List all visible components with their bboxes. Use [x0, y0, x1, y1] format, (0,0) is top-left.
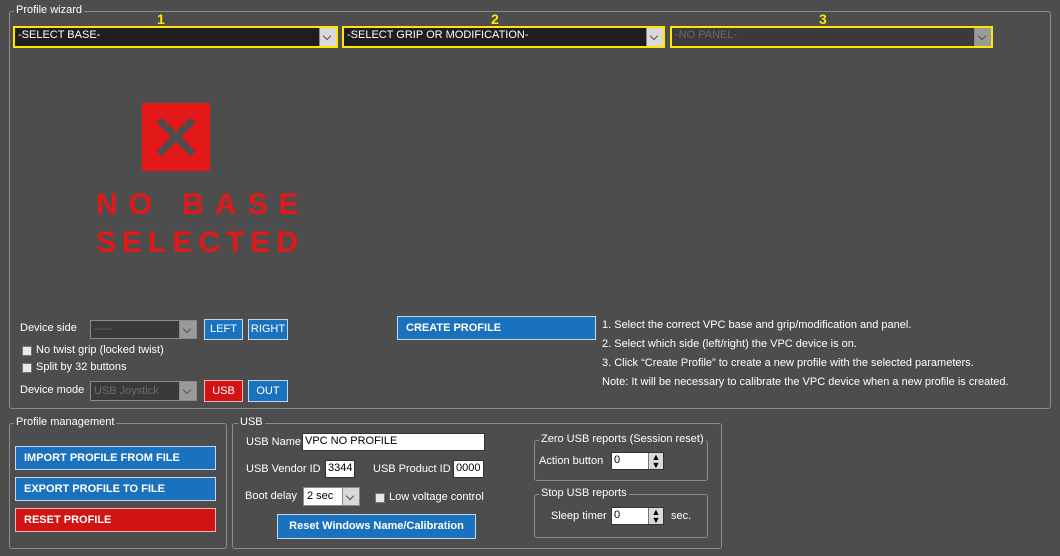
- usb-vendor-input[interactable]: 3344: [325, 460, 355, 478]
- stop-reports-title: Stop USB reports: [539, 487, 629, 499]
- usb-name-input[interactable]: VPC NO PROFILE: [302, 433, 485, 451]
- spin-arrows-icon[interactable]: ▲ ▼: [648, 453, 663, 470]
- right-button[interactable]: RIGHT: [248, 319, 288, 340]
- chevron-down-icon: [179, 382, 196, 400]
- panel-select-value: -NO PANEL-: [675, 29, 738, 41]
- zero-reports-title: Zero USB reports (Session reset): [539, 433, 706, 445]
- no-twist-label: No twist grip (locked twist): [36, 344, 164, 356]
- base-select[interactable]: -SELECT BASE-: [13, 26, 338, 48]
- instruction-2: 2. Select which side (left/right) the VP…: [602, 338, 857, 350]
- step-number-1: 1: [157, 11, 165, 27]
- reset-windows-button[interactable]: Reset Windows Name/Calibration: [277, 514, 476, 539]
- no-base-text: NO BASE SELECTED: [96, 186, 310, 262]
- create-profile-button[interactable]: CREATE PROFILE: [397, 316, 596, 340]
- usb-title: USB: [238, 416, 265, 428]
- profile-wizard-title: Profile wizard: [14, 4, 85, 16]
- panel-select[interactable]: -NO PANEL-: [670, 26, 993, 48]
- chevron-down-icon: [974, 28, 991, 46]
- grip-select-value: -SELECT GRIP OR MODIFICATION-: [347, 29, 529, 41]
- boot-delay-select[interactable]: 2 sec: [303, 487, 360, 506]
- device-side-value: -----: [94, 323, 113, 335]
- chevron-down-icon: [179, 321, 196, 338]
- sleep-timer-label: Sleep timer: [551, 510, 607, 522]
- usb-product-label: USB Product ID: [373, 463, 451, 475]
- usb-product-input[interactable]: 0000: [453, 460, 484, 478]
- export-profile-button[interactable]: EXPORT PROFILE TO FILE: [15, 477, 216, 501]
- split-checkbox[interactable]: [22, 363, 32, 373]
- out-mode-button[interactable]: OUT: [248, 380, 288, 402]
- no-base-icon: [142, 103, 210, 171]
- chevron-down-icon: [319, 28, 336, 46]
- profile-management-title: Profile management: [14, 416, 117, 428]
- sleep-timer-spinner[interactable]: 0 ▲ ▼: [611, 507, 664, 525]
- no-base-line1: NO BASE: [96, 188, 310, 221]
- left-button[interactable]: LEFT: [204, 319, 243, 340]
- grip-select[interactable]: -SELECT GRIP OR MODIFICATION-: [342, 26, 665, 48]
- low-voltage-checkbox[interactable]: [375, 493, 385, 503]
- device-side-select[interactable]: -----: [90, 320, 197, 339]
- split-label: Split by 32 buttons: [36, 361, 127, 373]
- device-mode-label: Device mode: [20, 384, 85, 396]
- action-button-label: Action button: [539, 455, 604, 467]
- step-number-2: 2: [491, 11, 499, 27]
- low-voltage-label: Low voltage control: [389, 491, 484, 503]
- instruction-3: 3. Click “Create Profile” to create a ne…: [602, 357, 974, 369]
- instruction-note: Note: It will be necessary to calibrate …: [602, 376, 1009, 388]
- boot-delay-label: Boot delay: [245, 490, 297, 502]
- sleep-timer-unit: sec.: [671, 510, 692, 522]
- usb-vendor-label: USB Vendor ID: [246, 463, 321, 475]
- device-mode-select[interactable]: USB Joystick: [90, 381, 197, 401]
- usb-name-label: USB Name: [246, 436, 302, 448]
- no-twist-checkbox[interactable]: [22, 346, 32, 356]
- action-button-value: 0: [614, 454, 621, 466]
- reset-profile-button[interactable]: RESET PROFILE: [15, 508, 216, 532]
- chevron-down-icon: [342, 488, 359, 505]
- device-side-label: Device side: [20, 322, 77, 334]
- boot-delay-value: 2 sec: [307, 490, 334, 502]
- action-button-spinner[interactable]: 0 ▲ ▼: [611, 452, 664, 470]
- spin-arrows-icon[interactable]: ▲ ▼: [648, 508, 663, 525]
- sleep-timer-value: 0: [614, 509, 621, 521]
- instruction-1: 1. Select the correct VPC base and grip/…: [602, 319, 912, 331]
- step-number-3: 3: [819, 11, 827, 27]
- chevron-down-icon: [646, 28, 663, 46]
- no-base-line2: SELECTED: [96, 226, 305, 259]
- device-mode-value: USB Joystick: [94, 385, 159, 397]
- base-select-value: -SELECT BASE-: [18, 29, 101, 41]
- import-profile-button[interactable]: IMPORT PROFILE FROM FILE: [15, 446, 216, 470]
- usb-mode-button[interactable]: USB: [204, 380, 243, 402]
